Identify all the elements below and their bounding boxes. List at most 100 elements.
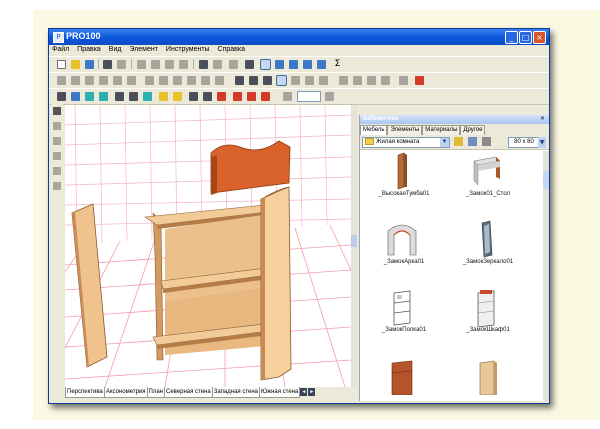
library-item[interactable] (446, 355, 516, 403)
cut-icon[interactable] (137, 60, 146, 69)
tab-other[interactable]: Другое (460, 125, 486, 135)
menu-help[interactable]: Справка (215, 45, 248, 54)
sort-icon[interactable] (468, 137, 477, 146)
view-mode-4-icon[interactable] (303, 60, 312, 69)
align-right-icon[interactable] (85, 76, 94, 85)
view-mode-5-icon[interactable] (317, 60, 326, 69)
anchor-icon[interactable] (399, 76, 408, 85)
chevron-down-icon[interactable]: ▼ (538, 137, 546, 148)
zoom-in-icon[interactable] (283, 92, 292, 101)
library-item[interactable]: _Замок01_Стол (446, 151, 516, 219)
save-icon[interactable] (85, 60, 94, 69)
align-center-icon[interactable] (71, 76, 80, 85)
menu-view[interactable]: Вид (106, 45, 125, 54)
look-icon[interactable] (53, 182, 61, 190)
tab-west-wall[interactable]: Западная стена (211, 387, 260, 398)
align-top-icon[interactable] (99, 76, 108, 85)
library-item[interactable] (362, 355, 432, 403)
stop-icon[interactable] (415, 76, 424, 85)
select-mode-icon[interactable] (276, 75, 287, 86)
tab-furniture[interactable]: Мебель (360, 125, 388, 135)
group-icon[interactable] (173, 76, 182, 85)
texture-view-icon[interactable] (85, 92, 94, 101)
open-folder-icon[interactable] (71, 60, 80, 69)
print-preview-icon[interactable] (117, 60, 126, 69)
snap-icon[interactable] (381, 76, 390, 85)
lock-icon[interactable] (201, 76, 210, 85)
tab-materials[interactable]: Материалы (422, 125, 461, 135)
walk-icon[interactable] (53, 167, 61, 175)
settings-icon[interactable] (247, 92, 256, 101)
tab-axonometry[interactable]: Аксонометрия (103, 387, 148, 398)
pointer-icon[interactable] (53, 107, 61, 115)
3d-viewport[interactable] (65, 105, 351, 387)
box-view-icon[interactable] (129, 92, 138, 101)
grid-pattern-icon[interactable] (217, 92, 226, 101)
delete-icon[interactable] (179, 60, 188, 69)
tab-scroll-left-icon[interactable]: ◄ (300, 388, 308, 396)
menu-edit[interactable]: Правка (74, 45, 104, 54)
move-icon[interactable] (249, 76, 258, 85)
magnet-icon[interactable] (233, 92, 242, 101)
grid-toggle-icon[interactable] (189, 92, 198, 101)
redo-icon[interactable] (213, 60, 222, 69)
distribute-v-icon[interactable] (159, 76, 168, 85)
zoom-view-icon[interactable] (53, 152, 61, 160)
pivot-icon[interactable] (353, 76, 362, 85)
shaded-view-icon[interactable] (99, 92, 108, 101)
thumb-size-select[interactable]: 80 x 80 (508, 137, 540, 148)
paste-icon[interactable] (165, 60, 174, 69)
library-item[interactable]: _ЗамокЗеркало01 (446, 219, 516, 287)
viewport-scrollbar[interactable] (351, 105, 357, 387)
undo-icon[interactable] (199, 60, 208, 69)
target-icon[interactable] (261, 92, 270, 101)
wireframe-icon[interactable] (57, 92, 66, 101)
flip-icon[interactable] (367, 76, 376, 85)
scale-icon[interactable] (319, 76, 328, 85)
library-close-button[interactable]: × (539, 116, 546, 123)
menu-file[interactable]: Файл (49, 45, 72, 54)
view-list-icon[interactable] (482, 137, 491, 146)
sigma-icon[interactable]: Σ (333, 60, 342, 69)
chevron-down-icon[interactable]: ▼ (440, 138, 449, 147)
unlock-icon[interactable] (215, 76, 224, 85)
minimize-button[interactable]: _ (505, 31, 518, 44)
tab-elements[interactable]: Элементы (387, 125, 423, 135)
library-item[interactable]: _ЗамокАрка01 (362, 219, 432, 287)
copy-icon[interactable] (151, 60, 160, 69)
render-icon[interactable] (143, 92, 152, 101)
library-item[interactable]: _ЗамокПолка01 (362, 287, 432, 355)
zoom-out-icon[interactable] (325, 92, 334, 101)
properties-icon[interactable] (245, 60, 254, 69)
align-left-icon[interactable] (57, 76, 66, 85)
view-mode-1-icon[interactable] (260, 59, 271, 70)
library-item[interactable]: _ЗамокШкаф01 (446, 287, 516, 355)
rotate-icon[interactable] (305, 76, 314, 85)
menu-element[interactable]: Элемент (126, 45, 161, 54)
up-folder-icon[interactable] (454, 137, 463, 146)
viewport-scroll-thumb[interactable] (351, 235, 357, 247)
resize-icon[interactable] (291, 76, 300, 85)
close-button[interactable]: × (533, 31, 546, 44)
zoom-field[interactable] (297, 91, 321, 102)
mirror-icon[interactable] (339, 76, 348, 85)
view-mode-2-icon[interactable] (275, 60, 284, 69)
new-file-icon[interactable] (57, 60, 66, 69)
tab-north-wall[interactable]: Северная стена (164, 387, 213, 398)
print-icon[interactable] (103, 60, 112, 69)
menu-tools[interactable]: Инструменты (163, 45, 213, 54)
view-mode-3-icon[interactable] (289, 60, 298, 69)
clipboard-icon[interactable] (229, 60, 238, 69)
ungroup-icon[interactable] (187, 76, 196, 85)
maximize-button[interactable]: □ (519, 31, 532, 44)
tab-plan[interactable]: План (146, 387, 165, 398)
solid-view-icon[interactable] (71, 92, 80, 101)
frame-view-icon[interactable] (115, 92, 124, 101)
tab-scroll-right-icon[interactable]: ► (308, 388, 316, 396)
library-scrollbar[interactable] (543, 151, 549, 401)
library-item[interactable]: _ВысокаяТумба01 (362, 151, 432, 219)
pan-icon[interactable] (53, 122, 61, 130)
dimensions-icon[interactable] (203, 92, 212, 101)
distribute-h-icon[interactable] (145, 76, 154, 85)
lamp-icon[interactable] (173, 92, 182, 101)
